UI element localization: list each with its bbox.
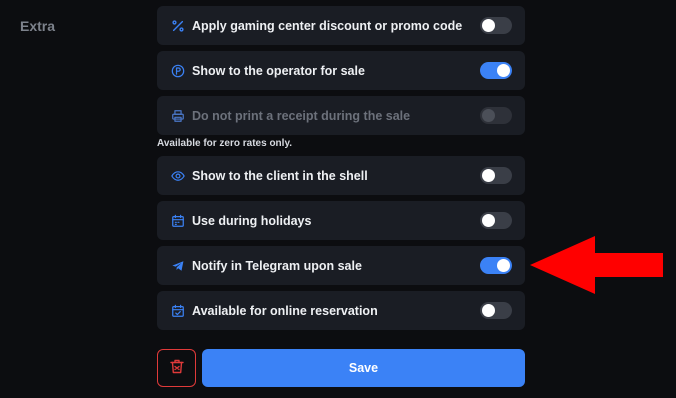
setting-label: Show to the operator for sale	[192, 63, 365, 78]
setting-label: Do not print a receipt during the sale	[192, 108, 411, 123]
setting-row-online-reservation[interactable]: Available for online reservation	[157, 291, 525, 330]
toggle-switch[interactable]	[480, 257, 512, 274]
telegram-icon	[171, 259, 185, 273]
setting-row-holidays[interactable]: Use during holidays	[157, 201, 525, 240]
setting-label: Show to the client in the shell	[192, 168, 368, 183]
parking-icon	[171, 64, 185, 78]
toggle-switch	[480, 107, 512, 124]
calendar-check-icon	[171, 304, 185, 318]
setting-row-discount[interactable]: Apply gaming center discount or promo co…	[157, 6, 525, 45]
section-label: Extra	[20, 18, 56, 34]
toggle-switch[interactable]	[480, 302, 512, 319]
setting-row-telegram[interactable]: Notify in Telegram upon sale	[157, 246, 525, 285]
delete-button[interactable]	[157, 349, 196, 387]
setting-label: Notify in Telegram upon sale	[192, 258, 362, 273]
toggle-switch[interactable]	[480, 17, 512, 34]
save-button[interactable]: Save	[202, 349, 525, 387]
setting-row-client-shell[interactable]: Show to the client in the shell	[157, 156, 525, 195]
setting-label: Use during holidays	[192, 213, 312, 228]
setting-label: Apply gaming center discount or promo co…	[192, 18, 463, 33]
printer-icon	[171, 109, 185, 123]
trash-icon	[169, 359, 184, 377]
setting-row-operator[interactable]: Show to the operator for sale	[157, 51, 525, 90]
eye-icon	[171, 169, 185, 183]
toggle-switch[interactable]	[480, 212, 512, 229]
percent-icon	[171, 19, 185, 33]
red-arrow-left-icon	[530, 236, 663, 294]
calendar-icon	[171, 214, 185, 228]
toggle-switch[interactable]	[480, 167, 512, 184]
setting-row-receipt: Do not print a receipt during the sale	[157, 96, 525, 135]
setting-label: Available for online reservation	[192, 303, 378, 318]
zero-rates-note: Available for zero rates only.	[157, 138, 293, 149]
toggle-switch[interactable]	[480, 62, 512, 79]
